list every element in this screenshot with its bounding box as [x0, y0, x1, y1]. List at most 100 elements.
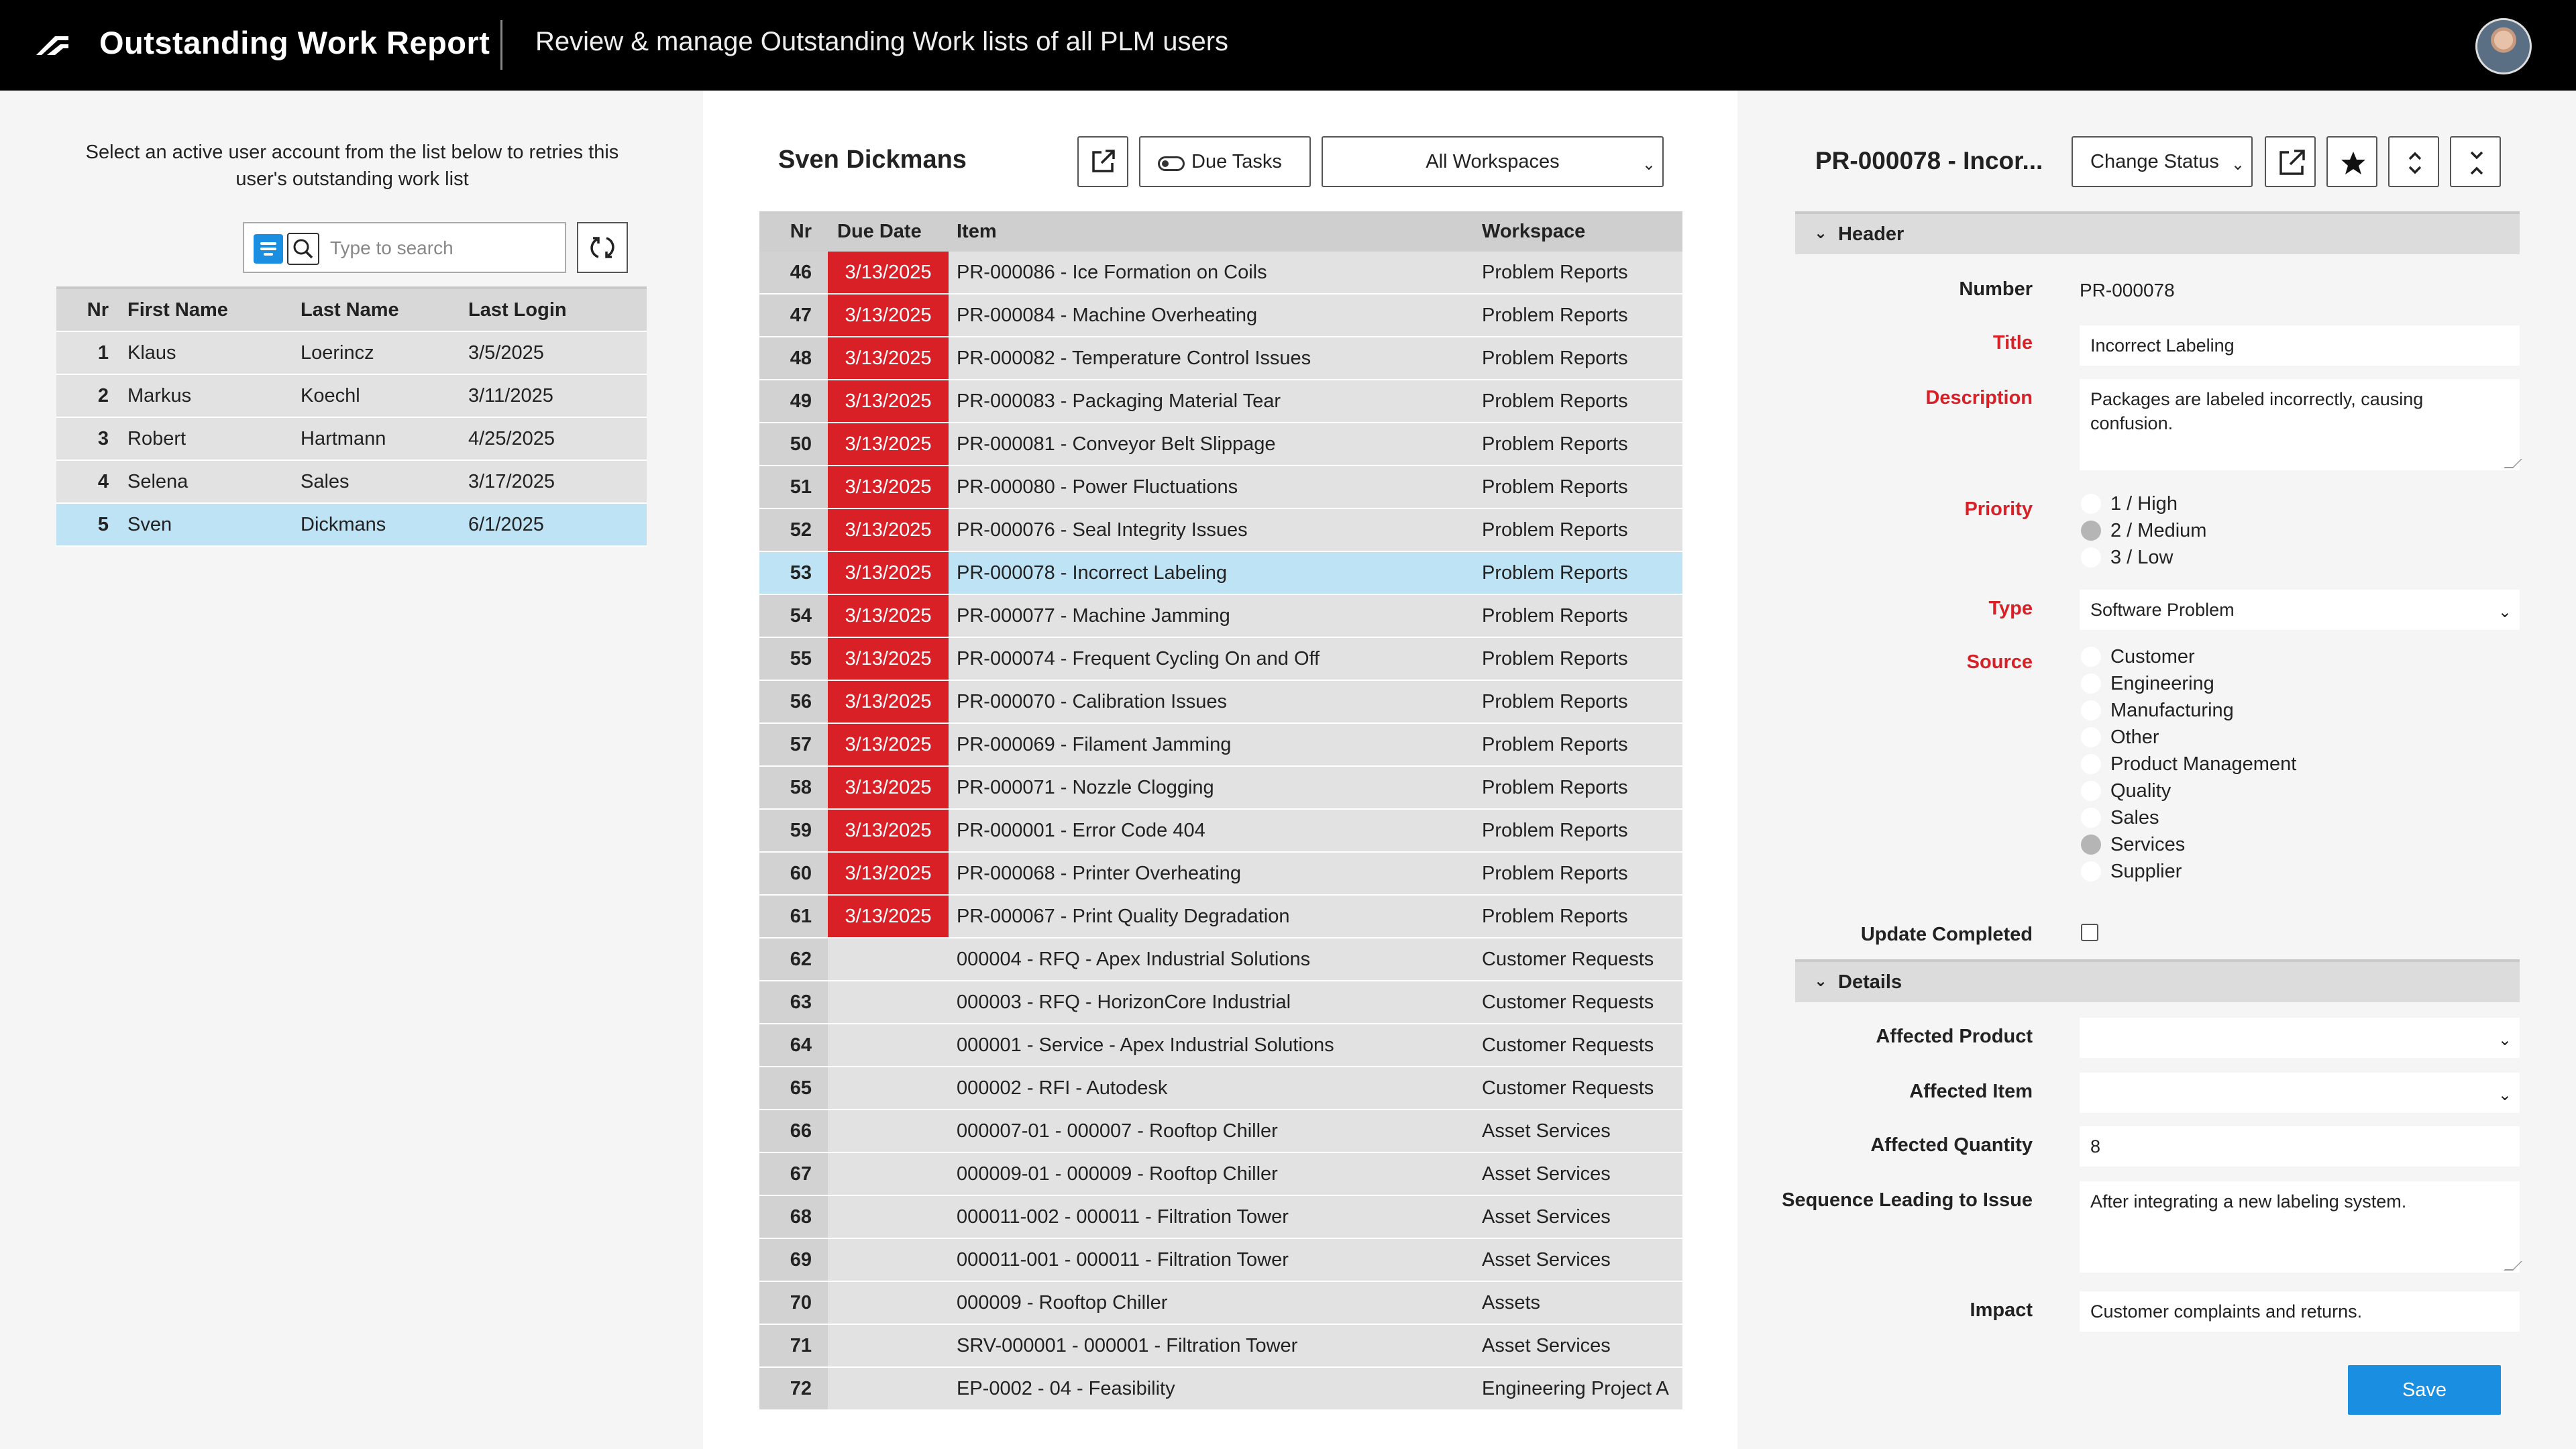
source-option[interactable]: Product Management	[2081, 751, 2296, 777]
column-header-workspace[interactable]: Workspace	[1482, 221, 1682, 243]
task-row[interactable]: 66 000007-01 - 000007 - Rooftop Chiller As…	[759, 1110, 1682, 1153]
task-row[interactable]: 71 SRV-000001 - 000001 - Filtration Tower…	[759, 1325, 1682, 1368]
task-row[interactable]: 57 3/13/2025 PR-000069 - Filament Jamming P…	[759, 724, 1682, 767]
task-row[interactable]: 68 000011-002 - 000011 - Filtration Tower…	[759, 1196, 1682, 1239]
source-option-label: Quality	[2110, 780, 2171, 802]
task-row[interactable]: 49 3/13/2025 PR-000083 - Packaging Materia…	[759, 380, 1682, 423]
task-row[interactable]: 67 000009-01 - 000009 - Rooftop Chiller As…	[759, 1153, 1682, 1196]
user-avatar[interactable]	[2475, 18, 2532, 74]
priority-option[interactable]: 1 / High	[2081, 490, 2206, 517]
radio-button-icon[interactable]	[2081, 547, 2101, 568]
radio-button-icon[interactable]	[2081, 700, 2101, 720]
affected-item-select[interactable]: ⌄	[2080, 1073, 2520, 1113]
column-header-nr[interactable]: Nr	[759, 211, 828, 252]
column-header-nr[interactable]: Nr	[56, 299, 127, 321]
column-header-last-login[interactable]: Last Login	[468, 299, 647, 321]
user-row[interactable]: 2 Markus Koechl 3/11/2025	[56, 375, 647, 418]
task-row[interactable]: 62 000004 - RFQ - Apex Industrial Solutio…	[759, 938, 1682, 981]
bookmark-button[interactable]	[2326, 136, 2377, 187]
user-row[interactable]: 1 Klaus Loerincz 3/5/2025	[56, 332, 647, 375]
task-row[interactable]: 61 3/13/2025 PR-000067 - Print Quality Deg…	[759, 896, 1682, 938]
resize-handle-icon[interactable]	[2504, 459, 2522, 468]
collapse-all-button[interactable]	[2450, 136, 2501, 187]
task-due-date	[828, 1368, 949, 1409]
column-header-last-name[interactable]: Last Name	[301, 299, 468, 321]
task-row[interactable]: 65 000002 - RFI - Autodesk Customer Reques…	[759, 1067, 1682, 1110]
source-option-label: Engineering	[2110, 672, 2214, 694]
update-completed-checkbox[interactable]	[2081, 924, 2098, 941]
task-row[interactable]: 52 3/13/2025 PR-000076 - Seal Integrity Is…	[759, 509, 1682, 552]
expand-all-button[interactable]	[2388, 136, 2439, 187]
title-field[interactable]: Incorrect Labeling	[2080, 325, 2520, 366]
source-option[interactable]: Other	[2081, 724, 2296, 751]
source-option[interactable]: Supplier	[2081, 858, 2296, 885]
type-select[interactable]: Software Problem ⌄	[2080, 590, 2520, 630]
task-row[interactable]: 60 3/13/2025 PR-000068 - Printer Overheati…	[759, 853, 1682, 896]
user-row[interactable]: 3 Robert Hartmann 4/25/2025	[56, 418, 647, 461]
task-row[interactable]: 58 3/13/2025 PR-000071 - Nozzle Clogging Pr…	[759, 767, 1682, 810]
task-row[interactable]: 48 3/13/2025 PR-000082 - Temperature Contr…	[759, 337, 1682, 380]
source-option[interactable]: Quality	[2081, 777, 2296, 804]
description-field[interactable]: Packages are labeled incorrectly, causin…	[2080, 379, 2522, 470]
task-due-date	[828, 1239, 949, 1281]
priority-option-label: 3 / Low	[2110, 546, 2174, 568]
user-row[interactable]: 4 Selena Sales 3/17/2025	[56, 461, 647, 504]
section-header-details[interactable]: ⌄ Details	[1795, 959, 2520, 1002]
radio-button-icon[interactable]	[2081, 727, 2101, 747]
radio-button-icon[interactable]	[2081, 808, 2101, 828]
task-row[interactable]: 64 000001 - Service - Apex Industrial Sol…	[759, 1024, 1682, 1067]
task-row[interactable]: 54 3/13/2025 PR-000077 - Machine Jamming Pr…	[759, 595, 1682, 638]
open-item-button[interactable]	[2265, 136, 2316, 187]
source-option[interactable]: Services	[2081, 831, 2296, 858]
user-search-input[interactable]	[330, 233, 551, 264]
task-row[interactable]: 53 3/13/2025 PR-000078 - Incorrect Labelin…	[759, 552, 1682, 595]
search-icon[interactable]	[287, 233, 319, 265]
task-row[interactable]: 56 3/13/2025 PR-000070 - Calibration Issue…	[759, 681, 1682, 724]
task-row[interactable]: 55 3/13/2025 PR-000074 - Frequent Cycling …	[759, 638, 1682, 681]
impact-field[interactable]: Customer complaints and returns.	[2080, 1291, 2520, 1332]
refresh-button[interactable]	[577, 222, 628, 273]
task-row[interactable]: 70 000009 - Rooftop Chiller Assets	[759, 1282, 1682, 1325]
radio-button-icon[interactable]	[2081, 521, 2101, 541]
priority-option[interactable]: 2 / Medium	[2081, 517, 2206, 544]
sequence-field[interactable]: After integrating a new labeling system.	[2080, 1181, 2522, 1273]
affected-product-select[interactable]: ⌄	[2080, 1018, 2520, 1058]
affected-quantity-field[interactable]: 8	[2080, 1126, 2520, 1167]
task-row[interactable]: 50 3/13/2025 PR-000081 - Conveyor Belt Sli…	[759, 423, 1682, 466]
radio-button-icon[interactable]	[2081, 754, 2101, 774]
column-header-item[interactable]: Item	[949, 221, 1482, 243]
task-row[interactable]: 63 000003 - RFQ - HorizonCore Industrial C…	[759, 981, 1682, 1024]
change-status-button[interactable]: Change Status ⌄	[2072, 136, 2253, 187]
resize-handle-icon[interactable]	[2504, 1261, 2522, 1271]
task-row[interactable]: 59 3/13/2025 PR-000001 - Error Code 404 Pro…	[759, 810, 1682, 853]
source-option[interactable]: Manufacturing	[2081, 697, 2296, 724]
due-tasks-toggle[interactable]: Due Tasks	[1139, 136, 1311, 187]
source-option[interactable]: Sales	[2081, 804, 2296, 831]
workspace-select[interactable]: All Workspaces ⌄	[1322, 136, 1664, 187]
open-user-button[interactable]	[1077, 136, 1128, 187]
radio-button-icon[interactable]	[2081, 861, 2101, 881]
section-header-header[interactable]: ⌄ Header	[1795, 211, 2520, 254]
task-row[interactable]: 47 3/13/2025 PR-000084 - Machine Overheati…	[759, 294, 1682, 337]
radio-button-icon[interactable]	[2081, 494, 2101, 514]
save-button[interactable]: Save	[2348, 1365, 2501, 1415]
source-option[interactable]: Customer	[2081, 643, 2296, 670]
task-row[interactable]: 46 3/13/2025 PR-000086 - Ice Formation on …	[759, 252, 1682, 294]
task-workspace: Problem Reports	[1482, 733, 1628, 755]
filter-icon[interactable]	[254, 234, 283, 264]
task-row[interactable]: 72 EP-0002 - 04 - Feasibility Engineering …	[759, 1368, 1682, 1411]
radio-button-icon[interactable]	[2081, 647, 2101, 667]
column-header-first-name[interactable]: First Name	[127, 299, 301, 321]
radio-button-icon[interactable]	[2081, 674, 2101, 694]
task-item: PR-000071 - Nozzle Clogging	[957, 776, 1214, 798]
source-option[interactable]: Engineering	[2081, 670, 2296, 697]
column-header-due-date[interactable]: Due Date	[828, 211, 949, 252]
number-label: Number	[1959, 278, 2033, 300]
radio-button-icon[interactable]	[2081, 835, 2101, 855]
priority-option[interactable]: 3 / Low	[2081, 544, 2206, 571]
radio-button-icon[interactable]	[2081, 781, 2101, 801]
task-due-date	[828, 1110, 949, 1152]
user-row[interactable]: 5 Sven Dickmans 6/1/2025	[56, 504, 647, 547]
task-row[interactable]: 51 3/13/2025 PR-000080 - Power Fluctuation…	[759, 466, 1682, 509]
task-row[interactable]: 69 000011-001 - 000011 - Filtration Tower…	[759, 1239, 1682, 1282]
